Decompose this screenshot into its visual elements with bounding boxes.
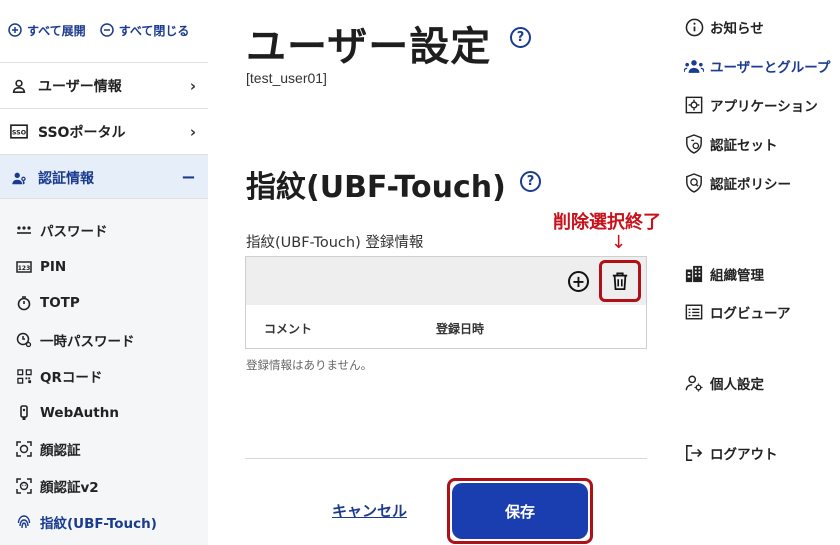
auth-policy-icon [684,173,704,193]
plus-circle-icon [8,23,22,37]
cancel-button[interactable]: キャンセル [332,500,407,521]
sidebar-item-label: SSOポータル [38,124,126,141]
logout-icon [684,443,704,463]
divider [245,458,647,459]
submenu-item-webauthn[interactable]: WebAuthn [16,400,119,426]
pin-keypad-icon: 123 [16,259,32,275]
submenu-item-fingerprint[interactable]: 指紋(UBF-Touch) [16,509,157,535]
submenu-item-label: PIN [40,259,67,275]
fingerprint-icon [16,514,32,530]
trash-icon [612,272,628,290]
svg-text:123: 123 [18,265,31,272]
personal-settings-icon [684,373,704,393]
submenu-item-label: パスワード [40,224,108,240]
submenu-item-label: WebAuthn [40,405,119,421]
svg-text:SSO: SSO [12,130,27,137]
submenu-item-totp[interactable]: TOTP [16,290,80,316]
save-button[interactable]: 保存 [452,483,588,539]
auth-set-icon [684,134,704,154]
sidebar-item-label: 認証情報 [38,170,94,187]
right-nav-label: 認証ポリシー [710,177,791,193]
collapse-minus-icon: − [180,167,196,188]
right-nav-notifications[interactable]: お知らせ [684,16,764,38]
right-nav-auth-set[interactable]: 認証セット [684,133,778,155]
sidebar-item-label: ユーザー情報 [38,78,122,95]
user-icon [10,77,28,95]
registration-table: + コメント 登録日時 [245,256,647,349]
app-gear-icon [684,95,704,115]
submenu-item-label: 顔認証v2 [40,480,99,496]
no-data-message: 登録情報はありません。 [246,358,373,372]
submenu-item-label: TOTP [40,295,80,311]
page-title: ユーザー設定 [246,24,492,70]
right-nav-label: ユーザーとグループ [710,60,831,76]
right-nav-logout[interactable]: ログアウト [684,442,778,464]
users-group-icon [684,56,704,76]
user-key-icon [10,169,28,187]
delete-button[interactable] [599,260,641,302]
right-nav-applications[interactable]: アプリケーション [684,94,818,116]
stopwatch-icon [16,295,32,311]
user-id: [test_user01] [246,70,327,86]
right-nav-label: アプリケーション [710,99,818,115]
submenu-item-face-auth-v2[interactable]: 顔認証v2 [16,473,99,499]
face-scan-v2-icon [16,478,32,494]
help-icon[interactable]: ? [510,27,531,48]
auth-submenu: パスワード 123 PIN TOTP 一時パスワード QRコード WebAuth… [0,198,208,545]
security-key-icon [16,405,32,421]
column-header-registered-date: 登録日時 [436,322,485,336]
qr-code-icon [16,368,32,384]
section-title: 指紋(UBF-Touch) [246,170,506,205]
right-nav-label: ログアウト [710,447,778,463]
column-header-comment: コメント [264,322,313,336]
annotation-arrow: ↓ [611,232,627,253]
collapse-all-button[interactable]: すべて閉じる [99,20,190,40]
chevron-right-icon: › [189,76,196,95]
minus-circle-icon [99,23,114,37]
expand-all-label: すべて展開 [27,23,86,38]
right-nav-label: 認証セット [710,138,778,154]
section-help-icon[interactable]: ? [520,171,541,192]
submenu-item-label: 一時パスワード [40,334,135,350]
chevron-right-icon: › [189,122,196,141]
right-nav-label: お知らせ [710,21,764,37]
table-header-row: コメント 登録日時 [246,305,646,350]
collapse-all-label: すべて閉じる [118,23,190,38]
submenu-item-face-auth[interactable]: 顔認証 [16,436,81,462]
sidebar: すべて展開 すべて閉じる ユーザー情報 › SSO SSOポータル › 認証情報… [0,0,208,545]
sso-icon: SSO [10,123,28,141]
right-nav-label: ログビューア [710,306,791,322]
right-nav-label: 個人設定 [710,377,764,393]
sidebar-item-auth-info[interactable]: 認証情報 − [0,154,208,200]
face-scan-icon [16,441,32,457]
right-nav-organization[interactable]: 組織管理 [684,263,764,285]
submenu-item-label: QRコード [40,370,103,386]
sidebar-item-sso-portal[interactable]: SSO SSOポータル › [0,108,208,154]
registration-label: 指紋(UBF-Touch) 登録情報 [246,235,424,251]
right-nav-users-groups[interactable]: ユーザーとグループ [684,55,830,77]
submenu-item-label: 顔認証 [40,443,81,459]
expand-collapse-row: すべて展開 すべて閉じる [8,20,204,40]
right-nav-label: 組織管理 [710,268,764,284]
submenu-item-qr-code[interactable]: QRコード [16,363,102,389]
submenu-item-password[interactable]: パスワード [16,217,108,243]
organization-icon [684,264,704,284]
right-nav-auth-policy[interactable]: 認証ポリシー [684,172,791,194]
submenu-item-temp-password[interactable]: 一時パスワード [16,327,135,353]
add-button[interactable]: + [568,271,589,292]
right-nav-personal-settings[interactable]: 個人設定 [684,372,764,394]
submenu-item-label: 指紋(UBF-Touch) [40,516,157,532]
right-nav-log-viewer[interactable]: ログビューア [684,301,790,323]
expand-all-button[interactable]: すべて展開 [8,20,86,40]
sidebar-item-user-info[interactable]: ユーザー情報 › [0,62,208,108]
temp-key-icon [16,332,32,348]
annotation-label: 削除選択終了 [553,212,661,233]
log-viewer-icon [684,302,704,322]
submenu-item-pin[interactable]: 123 PIN [16,254,66,280]
info-icon [684,17,704,37]
password-dots-icon [16,222,32,238]
table-toolbar: + [246,257,646,305]
